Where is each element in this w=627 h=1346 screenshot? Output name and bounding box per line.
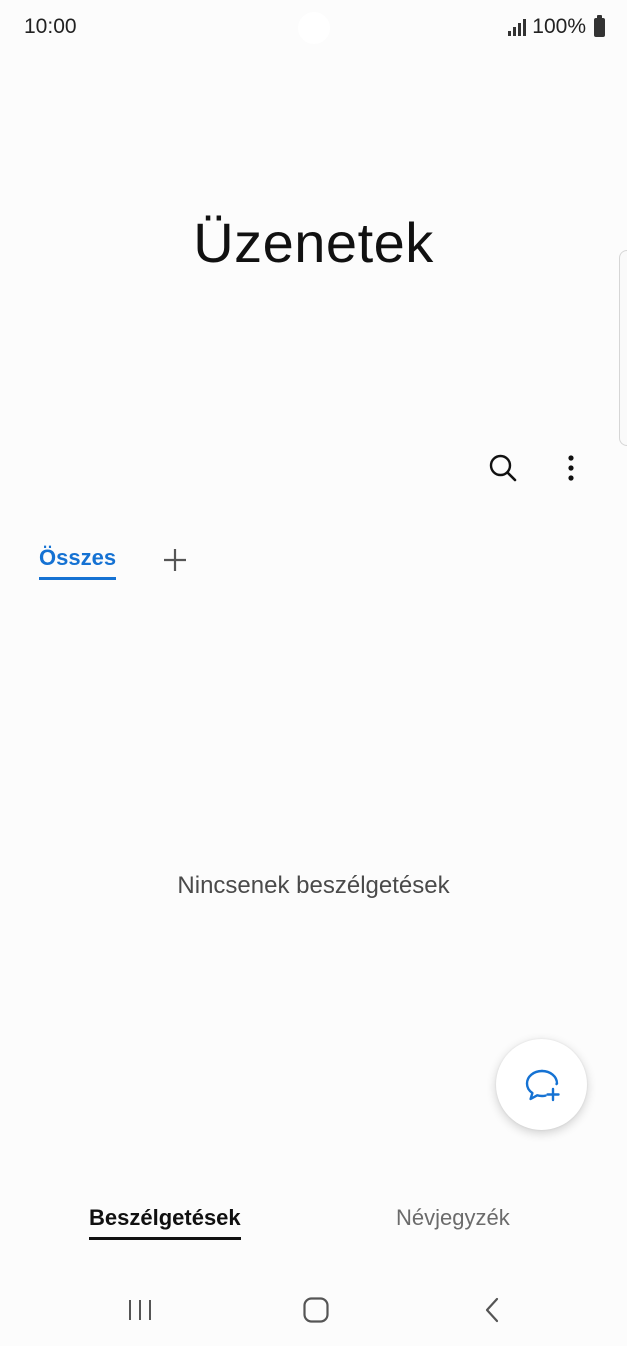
more-options-button[interactable] [551,448,591,488]
home-button[interactable] [291,1290,341,1330]
category-tabs: Összes [39,545,190,580]
search-icon [489,454,517,482]
status-bar: 10:00 100% [0,0,627,56]
camera-cutout [298,12,330,44]
bottom-tab-bar: Beszélgetések Névjegyzék [0,1205,627,1245]
edge-panel-handle[interactable] [619,250,627,446]
status-time: 10:00 [24,15,77,38]
recent-apps-button[interactable] [115,1290,165,1330]
action-bar [483,448,591,488]
add-category-button[interactable] [160,545,190,575]
new-chat-icon [525,1069,560,1101]
signal-icon [508,18,527,36]
status-indicators: 100% [508,14,605,39]
more-vert-icon [568,455,574,481]
search-button[interactable] [483,448,523,488]
system-navigation-bar [0,1282,627,1336]
plus-icon [164,548,187,571]
back-button[interactable] [467,1290,517,1330]
new-conversation-button[interactable] [496,1039,587,1130]
tab-contacts[interactable]: Névjegyzék [396,1205,510,1231]
recent-apps-icon [129,1300,151,1320]
back-icon [485,1297,499,1323]
battery-level: 100% [532,15,586,38]
tab-conversations[interactable]: Beszélgetések [89,1205,241,1240]
home-icon [303,1297,329,1323]
empty-state-text: Nincsenek beszélgetések [177,872,450,899]
page-title: Üzenetek [193,211,434,274]
battery-icon [594,14,605,37]
tab-all[interactable]: Összes [39,545,117,580]
